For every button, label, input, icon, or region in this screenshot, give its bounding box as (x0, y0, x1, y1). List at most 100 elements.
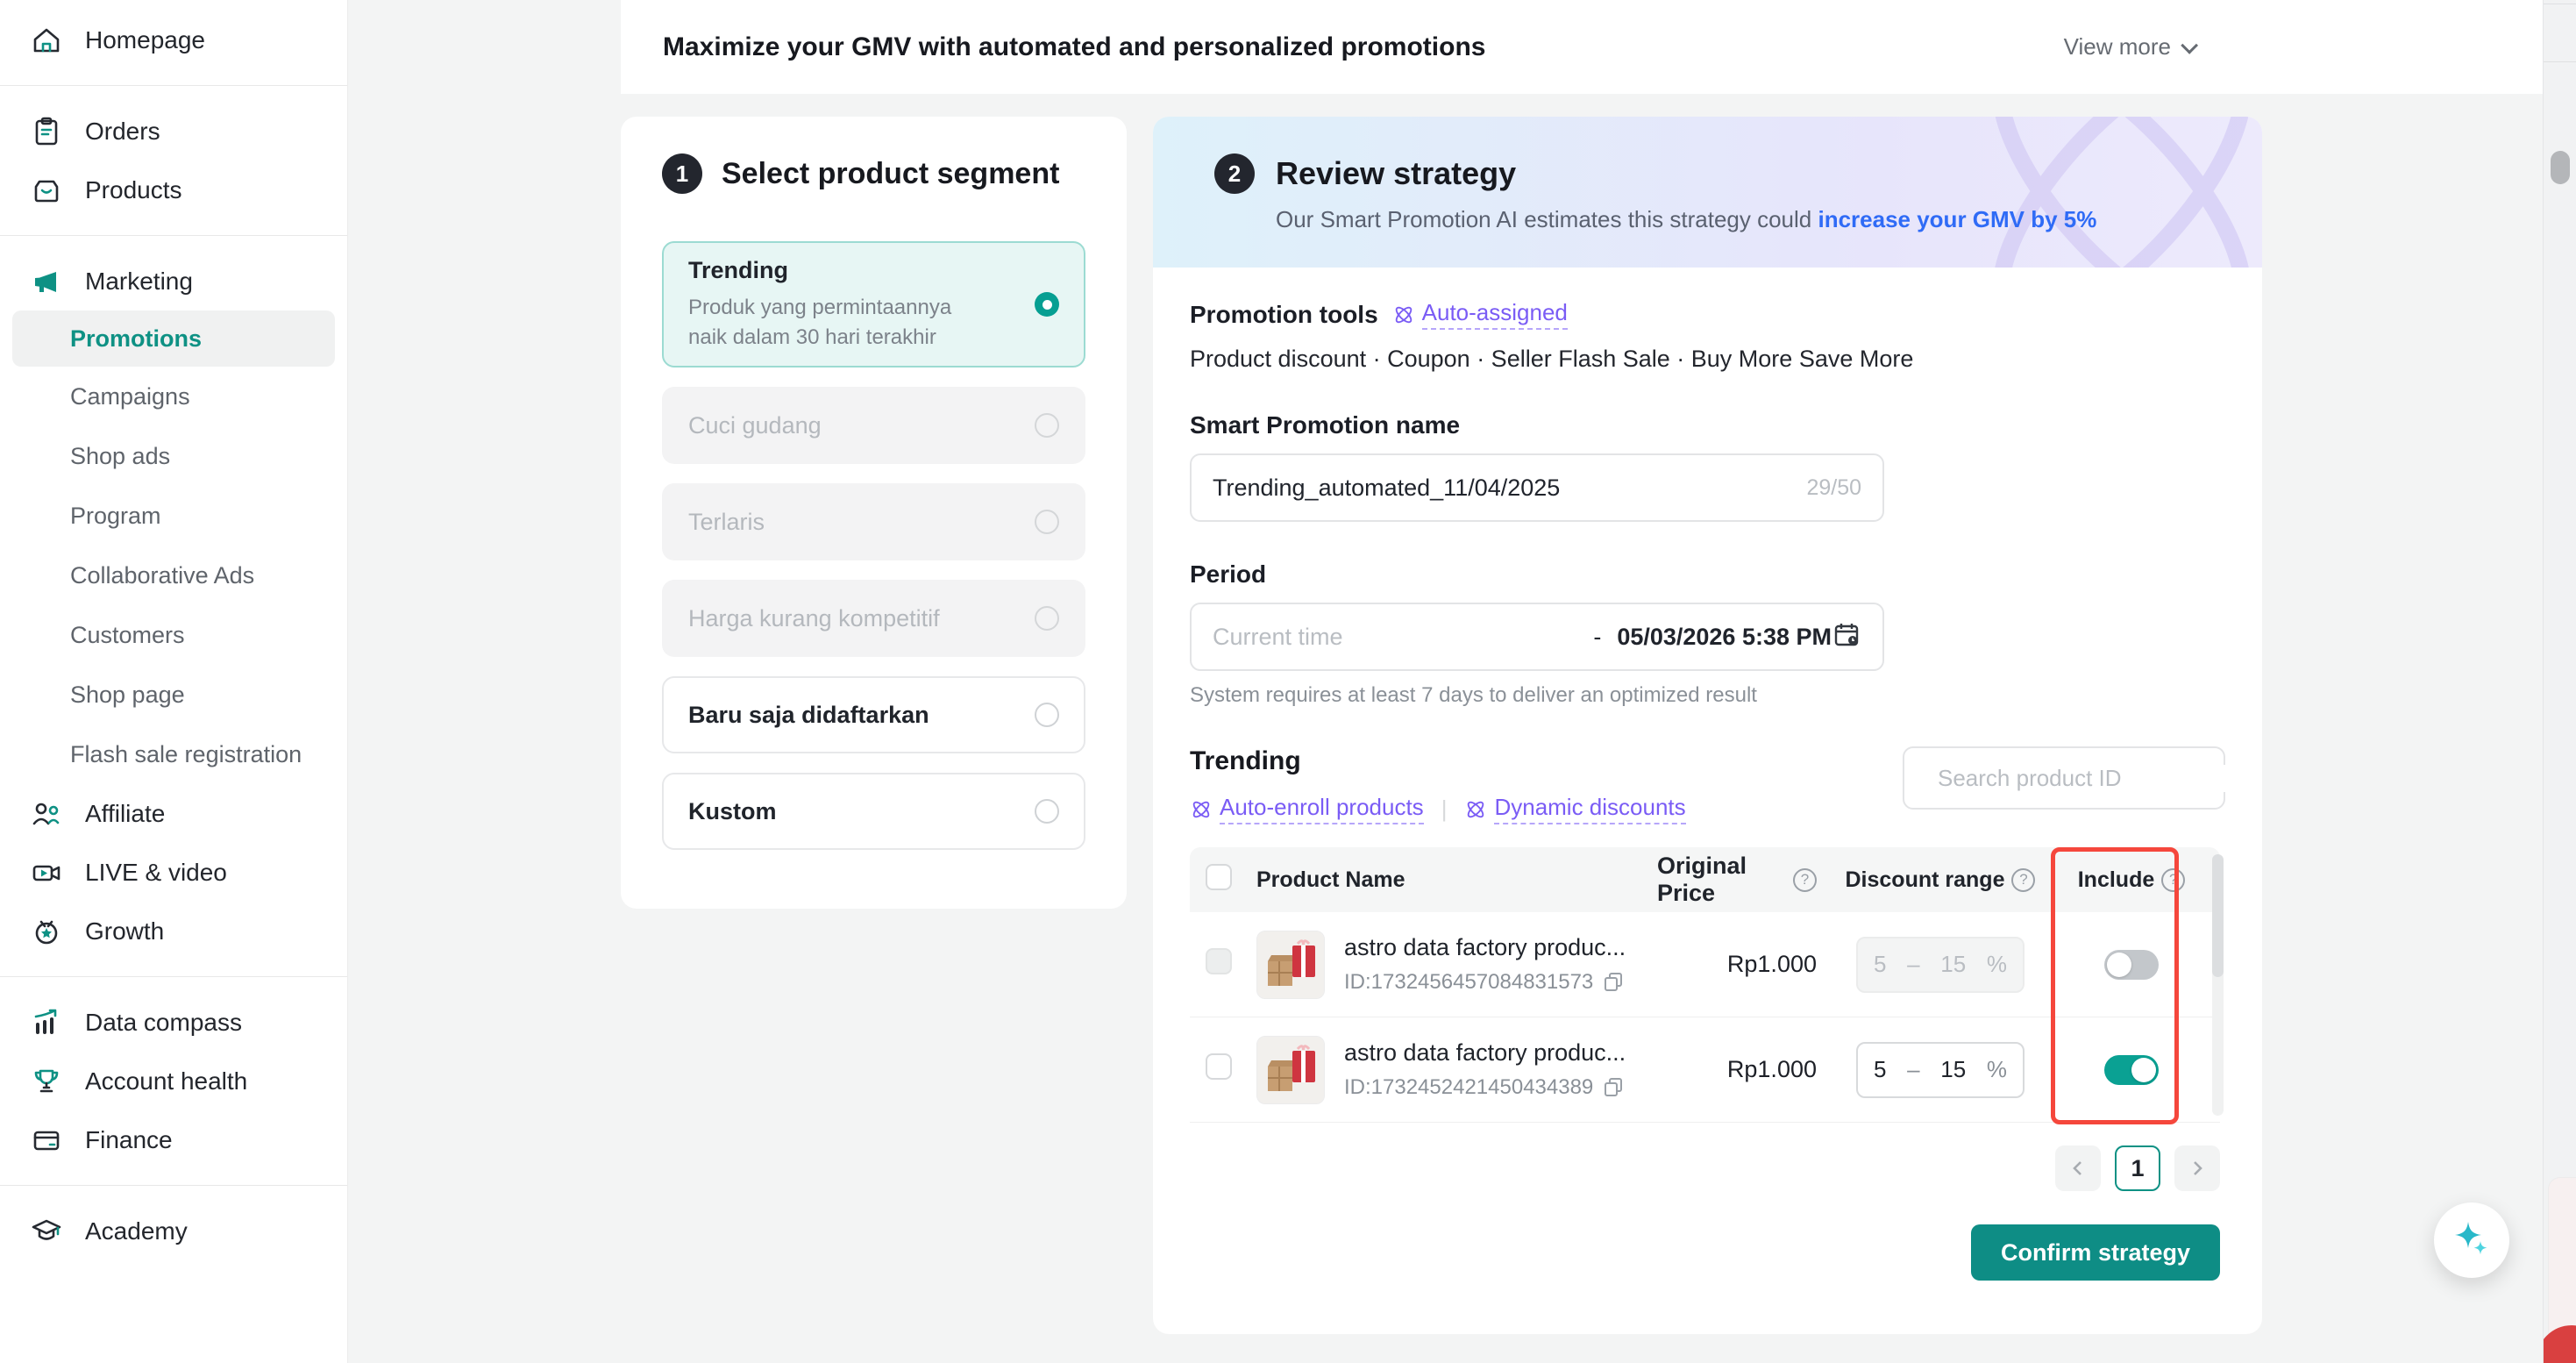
promotion-name-input[interactable] (1213, 475, 1806, 502)
segment-option-trending[interactable]: Trending Produk yang permintaannya naik … (662, 241, 1085, 368)
copy-icon[interactable] (1602, 1076, 1625, 1099)
sidebar-item-shop-ads[interactable]: Shop ads (0, 426, 347, 486)
sidebar-item-customers[interactable]: Customers (0, 605, 347, 665)
review-strategy-panel: 2 Review strategy Our Smart Promotion AI… (1153, 117, 2262, 1334)
ai-assistant-fab[interactable] (2434, 1202, 2509, 1278)
page-header: Maximize your GMV with automated and per… (621, 0, 2543, 94)
radio-baru-saja-didaftarkan[interactable] (1035, 703, 1059, 727)
table-scrollbar-thumb[interactable] (2212, 854, 2224, 977)
promotion-name-field: 29/50 (1190, 453, 1884, 522)
promotion-tools-label: Promotion tools Auto-assigned (1190, 299, 2225, 330)
segment-option-harga-kurang-kompetitif: Harga kurang kompetitif (662, 580, 1085, 657)
main-content: Maximize your GMV with automated and per… (348, 0, 2543, 1363)
sidebar-item-collaborative-ads[interactable]: Collaborative Ads (0, 546, 347, 605)
product-image (1256, 931, 1325, 999)
confirm-strategy-button[interactable]: Confirm strategy (1971, 1224, 2220, 1281)
review-strategy-body: Promotion tools Auto-assigned Product di… (1153, 268, 2262, 1334)
period-separator: - (1593, 624, 1601, 651)
sidebar-item-homepage[interactable]: Homepage (0, 11, 347, 69)
chevron-down-icon (2181, 36, 2198, 54)
page-title: Maximize your GMV with automated and per… (663, 32, 1485, 62)
dynamic-discounts-link[interactable]: Dynamic discounts (1464, 794, 1685, 824)
window-scrollbar-thumb[interactable] (2551, 151, 2570, 184)
gmv-estimate-link[interactable]: increase your GMV by 5% (1818, 206, 2096, 232)
sidebar-item-academy[interactable]: Academy (0, 1202, 347, 1260)
include-toggle-off[interactable] (2104, 950, 2159, 980)
product-search (1903, 746, 2225, 810)
sparkle-icon (2450, 1218, 2494, 1262)
radio-kustom[interactable] (1035, 799, 1059, 824)
sidebar-item-flash-sale-registration[interactable]: Flash sale registration (0, 724, 347, 784)
divider (0, 976, 347, 977)
step2-number-badge: 2 (1214, 153, 1255, 194)
step2-subtitle: Our Smart Promotion AI estimates this st… (1276, 206, 2096, 233)
pagination: 1 (1190, 1145, 2220, 1191)
segment-option-terlaris: Terlaris (662, 483, 1085, 560)
trophy-icon (29, 1064, 64, 1099)
copy-icon[interactable] (1602, 971, 1625, 994)
step1-number-badge: 1 (662, 153, 702, 194)
view-more-button[interactable]: View more (2064, 33, 2194, 61)
help-icon[interactable]: ? (2161, 868, 2185, 892)
period-label: Period (1190, 560, 2225, 589)
sidebar-item-account-health[interactable]: Account health (0, 1052, 347, 1110)
promotion-tools-list: Product discount · Coupon · Seller Flash… (1190, 346, 2225, 373)
sidebar-item-affiliate[interactable]: Affiliate (0, 784, 347, 843)
sidebar-item-live-video[interactable]: LIVE & video (0, 843, 347, 902)
sidebar-item-finance[interactable]: Finance (0, 1110, 347, 1169)
segment-section-header: Trending Auto-enroll products | Dynamic … (1190, 746, 2225, 824)
divider (0, 235, 347, 236)
discount-range-input[interactable]: 5 – 15 % (1856, 1042, 2025, 1098)
content-row: 1 Select product segment Trending Produk… (621, 117, 2543, 1334)
sidebar-item-data-compass[interactable]: Data compass (0, 993, 347, 1052)
radio-trending[interactable] (1035, 292, 1059, 317)
table-row: astro data factory produc... ID:17324524… (1190, 1017, 2220, 1123)
segment-option-baru-saja-didaftarkan[interactable]: Baru saja didaftarkan (662, 676, 1085, 753)
home-icon (29, 23, 64, 58)
next-page-button[interactable] (2174, 1145, 2220, 1191)
radio-cuci-gudang (1035, 413, 1059, 438)
sidebar-item-orders[interactable]: Orders (0, 102, 347, 161)
step1-header: 1 Select product segment (662, 153, 1085, 194)
academy-icon (29, 1214, 64, 1249)
step2-title: Review strategy (1276, 155, 2096, 192)
sidebar: Homepage Orders Products Marketing Promo… (0, 0, 348, 1363)
row-checkbox[interactable] (1206, 1053, 1232, 1080)
radio-terlaris (1035, 510, 1059, 534)
sidebar-item-campaigns[interactable]: Campaigns (0, 367, 347, 426)
divider (0, 1185, 347, 1186)
confirm-row: Confirm strategy (1190, 1224, 2220, 1281)
segment-option-kustom[interactable]: Kustom (662, 773, 1085, 850)
sidebar-item-program[interactable]: Program (0, 486, 347, 546)
period-helper-text: System requires at least 7 days to deliv… (1190, 683, 2225, 708)
card-icon (29, 1123, 64, 1158)
megaphone-icon (29, 264, 64, 299)
chevron-right-icon (2188, 1160, 2206, 1177)
period-start-placeholder: Current time (1213, 624, 1593, 651)
review-strategy-header: 2 Review strategy Our Smart Promotion AI… (1153, 117, 2262, 268)
col-include: Include (2078, 867, 2155, 893)
auto-assigned-link[interactable]: Auto-assigned (1392, 299, 1568, 330)
auto-enroll-link[interactable]: Auto-enroll products (1190, 794, 1424, 824)
calendar-icon[interactable] (1832, 619, 1861, 655)
link-divider: | (1441, 796, 1448, 823)
sidebar-item-growth[interactable]: Growth (0, 902, 347, 960)
sidebar-item-promotions[interactable]: Promotions (12, 310, 335, 367)
col-product-name: Product Name (1256, 867, 1405, 893)
price-value: Rp1.000 (1727, 951, 1817, 978)
atom-icon (1464, 798, 1487, 821)
sidebar-item-marketing[interactable]: Marketing (0, 252, 347, 310)
select-all-checkbox[interactable] (1206, 864, 1232, 890)
period-field[interactable]: Current time - 05/03/2026 5:38 PM (1190, 603, 1884, 671)
search-input[interactable] (1938, 765, 2231, 792)
growth-icon (29, 914, 64, 949)
video-icon (29, 855, 64, 890)
row-checkbox[interactable] (1206, 948, 1232, 974)
include-toggle-on[interactable] (2104, 1055, 2159, 1085)
page-1-button[interactable]: 1 (2115, 1145, 2160, 1191)
help-icon[interactable]: ? (1793, 868, 1817, 892)
sidebar-item-shop-page[interactable]: Shop page (0, 665, 347, 724)
help-icon[interactable]: ? (2011, 868, 2035, 892)
prev-page-button[interactable] (2055, 1145, 2101, 1191)
sidebar-item-products[interactable]: Products (0, 161, 347, 219)
